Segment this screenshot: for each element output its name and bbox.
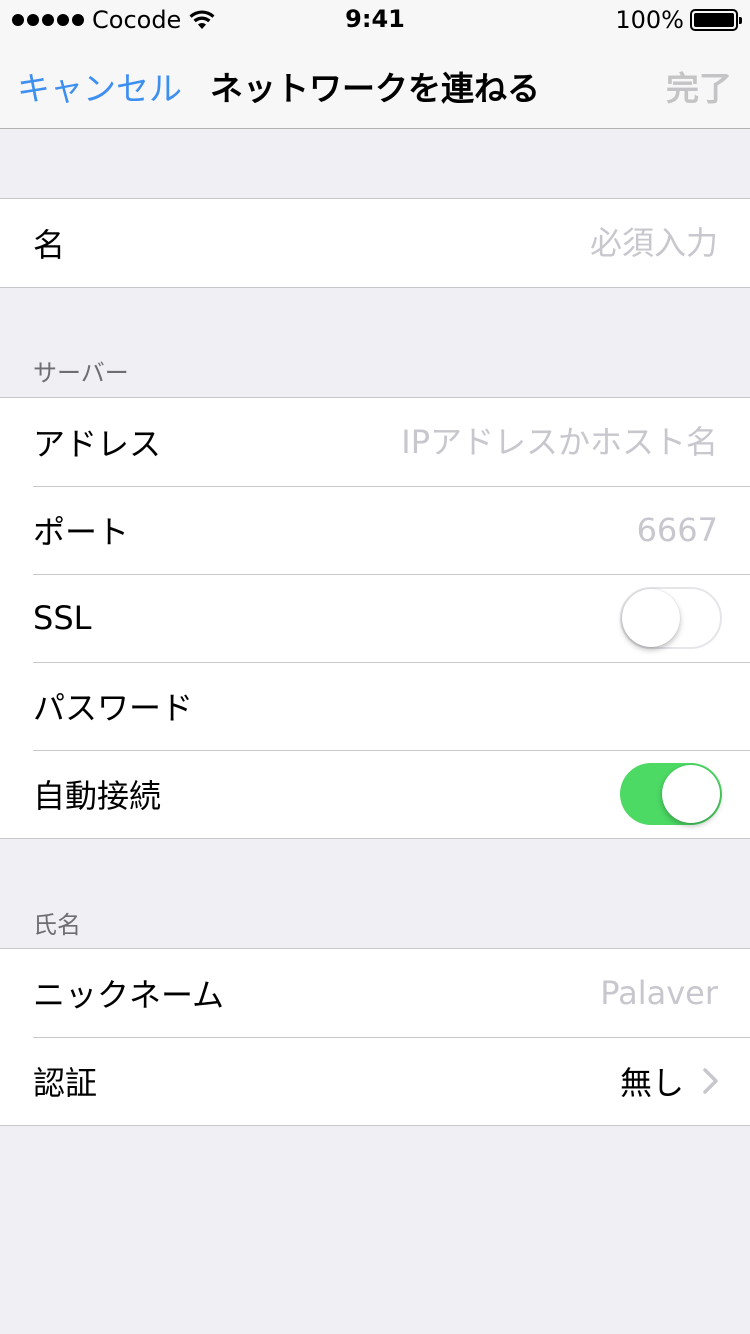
chevron-right-icon (703, 1068, 718, 1094)
ssl-label: SSL (33, 599, 92, 637)
port-row[interactable]: ポート (0, 486, 750, 574)
name-section: 名 (0, 198, 750, 288)
status-bar: Cocode 9:41 100% (0, 0, 750, 40)
autoconnect-toggle[interactable] (620, 763, 722, 825)
done-button[interactable]: 完了 (666, 62, 732, 110)
identity-section-header: 氏名 (33, 911, 81, 939)
password-input[interactable] (193, 687, 718, 725)
nickname-label: ニックネーム (33, 976, 225, 1014)
battery-percent: 100% (615, 6, 684, 34)
address-label: アドレス (33, 425, 162, 463)
address-input[interactable] (161, 423, 718, 461)
ssl-row: SSL (0, 574, 750, 662)
autoconnect-row: 自動接続 (0, 750, 750, 838)
nickname-row[interactable]: ニックネーム (0, 949, 750, 1037)
name-row[interactable]: 名 (0, 199, 750, 287)
server-section: アドレス ポート SSL パスワード 自動接続 (0, 397, 750, 839)
navigation-bar: キャンセル ネットワークを連ねる 完了 (0, 40, 750, 129)
name-label: 名 (33, 226, 66, 264)
server-section-header: サーバー (33, 359, 129, 387)
port-label: ポート (33, 513, 130, 551)
auth-row[interactable]: 認証 無し (0, 1037, 750, 1125)
ssl-toggle[interactable] (620, 587, 722, 649)
auth-value: 無し (619, 1064, 684, 1102)
nickname-input[interactable] (224, 974, 718, 1012)
identity-section: ニックネーム 認証 無し (0, 948, 750, 1126)
password-label: パスワード (33, 689, 194, 727)
autoconnect-label: 自動接続 (33, 777, 162, 815)
name-input[interactable] (65, 224, 718, 262)
password-row[interactable]: パスワード (0, 662, 750, 750)
ssl-toggle-knob (622, 589, 680, 647)
address-row[interactable]: アドレス (0, 398, 750, 486)
status-bar-right: 100% (615, 6, 742, 34)
page-title: ネットワークを連ねる (210, 69, 540, 108)
auth-label: 認証 (33, 1064, 98, 1102)
autoconnect-toggle-knob (662, 765, 720, 823)
battery-icon (690, 9, 742, 31)
port-input[interactable] (129, 511, 718, 549)
